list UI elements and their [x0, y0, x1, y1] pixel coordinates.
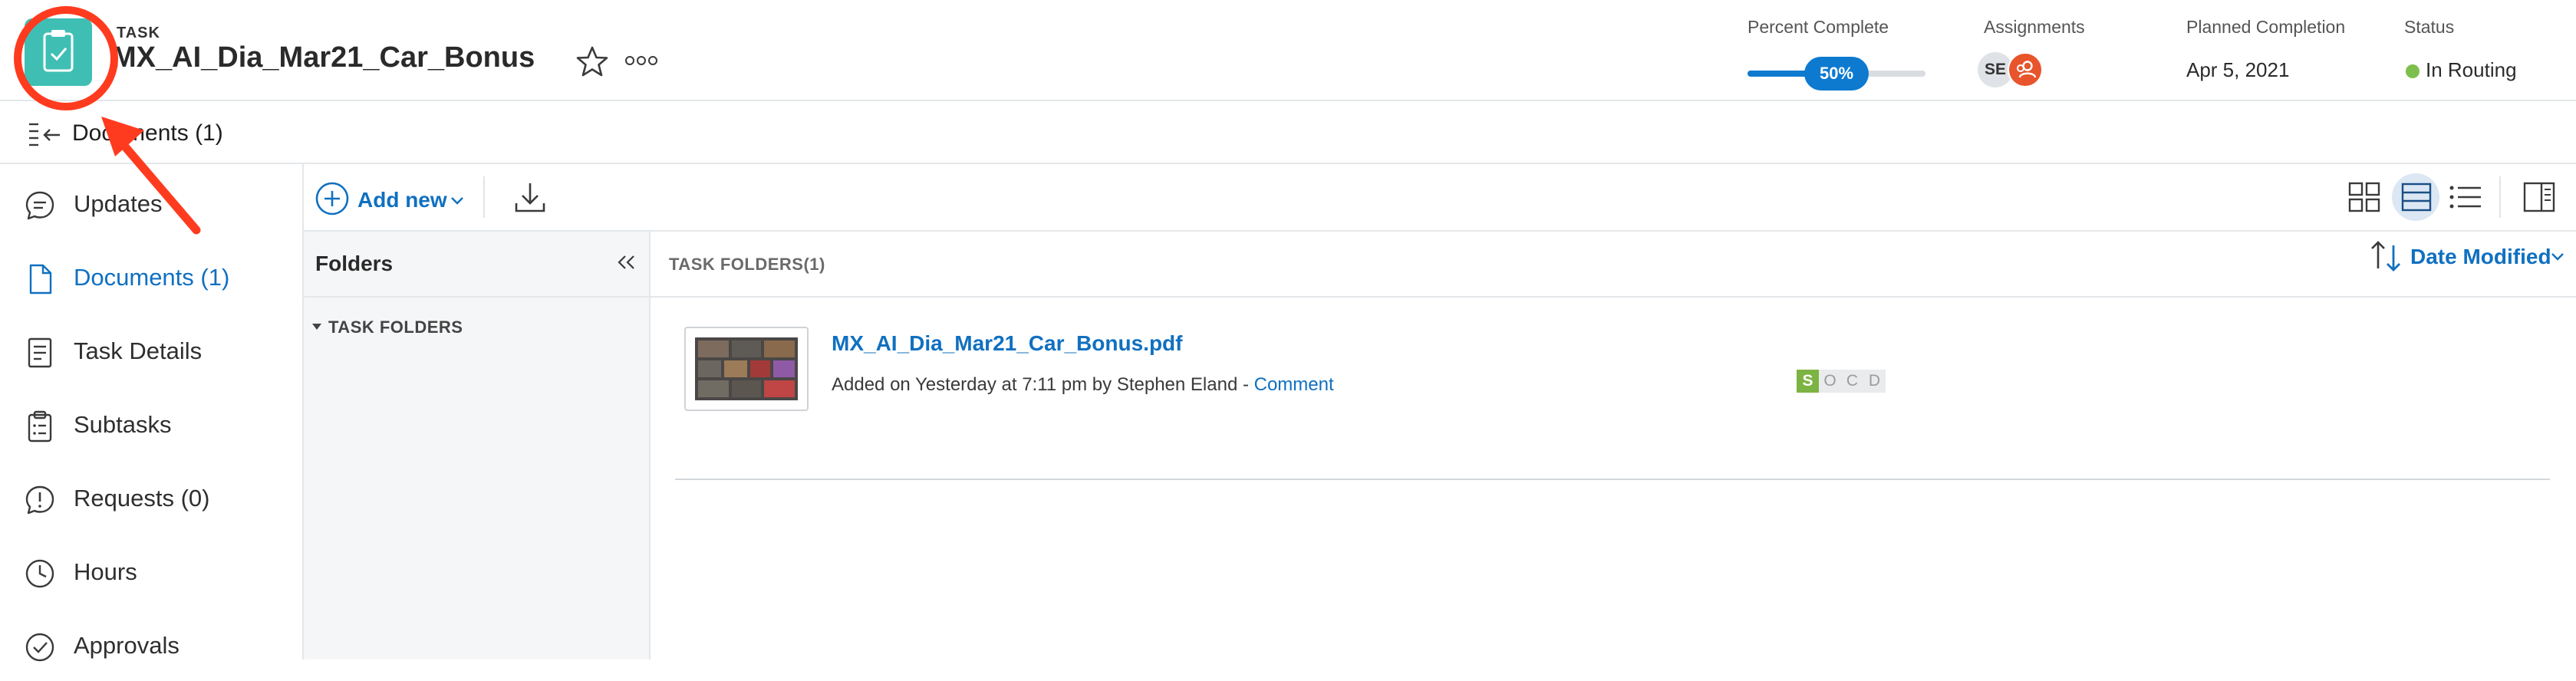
nav-item-documents[interactable]: Documents (1): [0, 239, 301, 313]
panel-toggle-icon[interactable]: [2522, 181, 2556, 213]
nav-item-label: Updates: [74, 190, 163, 217]
nav-item-label: Requests (0): [74, 485, 210, 512]
object-type-label: TASK: [117, 25, 160, 41]
toolbar-divider: [483, 176, 485, 218]
chevron-down-icon[interactable]: [2550, 252, 2565, 262]
status-dot: [2406, 64, 2420, 78]
nav-item-approvals[interactable]: Approvals: [0, 607, 301, 681]
section-title: Documents (1): [72, 120, 223, 146]
approval-status-c: C: [1841, 370, 1863, 393]
list-header: [651, 232, 2576, 298]
clock-icon: [23, 557, 57, 591]
status-badge[interactable]: In Routing: [2426, 58, 2517, 82]
planned-completion-value[interactable]: Apr 5, 2021: [2186, 58, 2289, 82]
nav-item-label: Approvals: [74, 632, 180, 659]
sort-dropdown[interactable]: Date Modified: [2410, 245, 2551, 269]
approval-status-s: S: [1797, 370, 1819, 393]
add-circle-icon[interactable]: [315, 181, 350, 216]
document-name-link[interactable]: MX_AI_Dia_Mar21_Car_Bonus.pdf: [832, 331, 1182, 356]
document-added-info: Added on Yesterday at 7:11 pm by Stephen…: [832, 374, 1254, 395]
team-avatar-icon[interactable]: [2008, 52, 2043, 87]
list-heading: TASK FOLDERS(1): [669, 255, 825, 274]
assignments-label: Assignments: [1984, 17, 2085, 37]
nav-item-label: Hours: [74, 558, 137, 585]
request-icon: [23, 483, 57, 517]
folders-title: Folders: [315, 252, 394, 275]
grid-view-icon[interactable]: [2347, 181, 2381, 213]
comment-link[interactable]: Comment: [1254, 374, 1334, 395]
nav-item-updates[interactable]: Updates: [0, 166, 301, 239]
nav-item-task-details[interactable]: Task Details: [0, 313, 301, 387]
sort-icon[interactable]: [2369, 239, 2404, 273]
percent-complete-label: Percent Complete: [1748, 17, 1889, 37]
task-folders-item[interactable]: TASK FOLDERS: [328, 317, 463, 337]
caret-down-icon[interactable]: [311, 323, 322, 331]
status-label: Status: [2404, 17, 2455, 37]
download-icon[interactable]: [512, 179, 548, 215]
page-title[interactable]: MX_AI_Dia_Mar21_Car_Bonus: [112, 41, 535, 74]
document-icon: [23, 262, 57, 296]
toolbar-divider: [2499, 176, 2501, 218]
more-options-icon[interactable]: [624, 55, 658, 66]
nav-item-hours[interactable]: Hours: [0, 534, 301, 607]
document-meta: Added on Yesterday at 7:11 pm by Stephen…: [832, 374, 1334, 396]
chevron-down-icon[interactable]: [450, 196, 465, 206]
sub-header: [0, 101, 2576, 164]
nav-item-label: Documents (1): [74, 264, 230, 291]
nav-item-label: Subtasks: [74, 411, 172, 438]
clipboard-icon: [23, 410, 57, 443]
add-new-button[interactable]: Add new: [357, 188, 447, 212]
star-icon[interactable]: [575, 44, 610, 80]
progress-value[interactable]: 50%: [1804, 57, 1869, 90]
collapse-nav-icon[interactable]: [28, 121, 61, 149]
nav-item-label: Task Details: [74, 337, 203, 364]
nav-item-subtasks[interactable]: Subtasks: [0, 387, 301, 460]
documents-toolbar: [304, 164, 2576, 232]
thumbnail-image: [695, 337, 798, 400]
double-chevron-left-icon[interactable]: [617, 254, 637, 271]
approval-status-d: D: [1863, 370, 1886, 393]
card-view-icon[interactable]: [2400, 182, 2433, 212]
details-icon: [23, 336, 57, 370]
planned-completion-label: Planned Completion: [2186, 17, 2346, 37]
list-view-icon[interactable]: [2449, 184, 2482, 210]
check-circle-icon: [23, 630, 57, 664]
nav-item-requests[interactable]: Requests (0): [0, 460, 301, 534]
row-divider: [675, 479, 2550, 480]
task-type-icon: [25, 18, 92, 86]
comment-icon: [23, 189, 57, 222]
approval-status-strip: S O C D: [1797, 370, 1886, 393]
approval-status-o: O: [1819, 370, 1841, 393]
